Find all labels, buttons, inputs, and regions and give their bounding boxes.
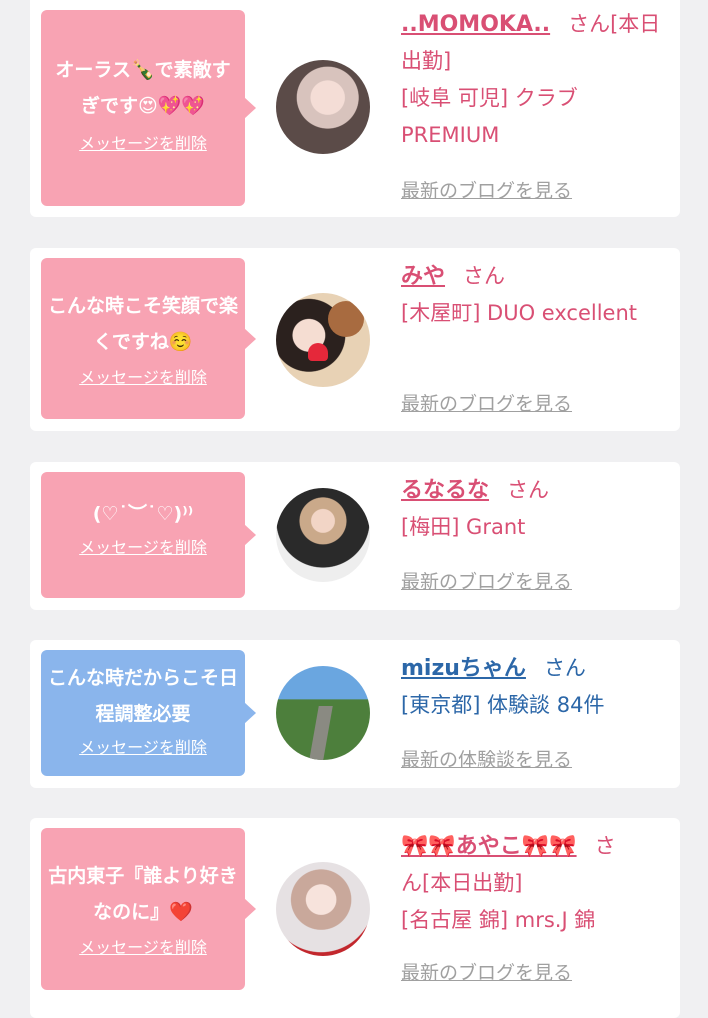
cast-info: mizuちゃん さん [東京都] 体験談 84件 bbox=[401, 650, 671, 724]
delete-message-link[interactable]: メッセージを削除 bbox=[79, 534, 207, 558]
delete-message-link[interactable]: メッセージを削除 bbox=[79, 934, 207, 958]
latest-blog-link[interactable]: 最新のブログを見る bbox=[401, 567, 572, 594]
honorific: さ bbox=[594, 834, 616, 858]
cast-name-link[interactable]: ..MOMOKA.. bbox=[401, 12, 550, 37]
honorific: さん bbox=[543, 656, 586, 680]
honorific: さん bbox=[568, 12, 611, 36]
bear-sticker-icon bbox=[328, 301, 364, 337]
message-text: こんな時だからこそ日程調整必要 bbox=[47, 667, 238, 725]
honorific: さん bbox=[463, 264, 506, 288]
delete-message-link[interactable]: メッセージを削除 bbox=[79, 364, 207, 388]
latest-blog-link[interactable]: 最新のブログを見る bbox=[401, 958, 572, 985]
cast-name-link[interactable]: るなるな bbox=[401, 478, 489, 503]
avatar[interactable] bbox=[276, 293, 370, 387]
shop-label: [東京都] 体験談 84件 bbox=[401, 693, 605, 717]
message-card: (♡˙︶˙♡)⁾⁾ メッセージを削除 るなるな さん [梅田] Grant 最新の… bbox=[30, 462, 680, 610]
heart-sticker-icon bbox=[308, 343, 328, 361]
cast-name-link[interactable]: みや bbox=[401, 264, 445, 289]
cast-info: 🎀🎀あやこ🎀🎀 さ ん[本日出勤] [名古屋 錦] mrs.J 錦 bbox=[401, 828, 671, 939]
avatar[interactable] bbox=[276, 60, 370, 154]
shop-label: [梅田] Grant bbox=[401, 515, 526, 539]
shop-label: [岐阜 可児] クラブPREMIUM bbox=[401, 86, 578, 147]
delete-message-link[interactable]: メッセージを削除 bbox=[79, 130, 207, 154]
cast-info: ..MOMOKA.. さん[本日出勤] [岐阜 可児] クラブPREMIUM bbox=[401, 6, 671, 154]
message-text: (♡˙︶˙♡)⁾⁾ bbox=[92, 503, 194, 525]
latest-review-link[interactable]: 最新の体験談を見る bbox=[401, 745, 572, 772]
honorific: さん bbox=[507, 478, 550, 502]
avatar[interactable] bbox=[276, 862, 370, 956]
avatar[interactable] bbox=[276, 666, 370, 760]
message-card: 古内東子『誰より好きなのに』❤️ メッセージを削除 🎀🎀あやこ🎀🎀 さ ん[本日出… bbox=[30, 818, 680, 1018]
message-text: こんな時こそ笑顔で楽くですね☺️ bbox=[47, 295, 238, 353]
message-card: オーラス🍾で素敵すぎです😍💖💖 メッセージを削除 ..MOMOKA.. さん[本日… bbox=[30, 0, 680, 217]
message-bubble: オーラス🍾で素敵すぎです😍💖💖 メッセージを削除 bbox=[41, 10, 256, 206]
message-text: オーラス🍾で素敵すぎです😍💖💖 bbox=[55, 59, 231, 117]
avatar[interactable] bbox=[276, 488, 370, 582]
message-bubble: こんな時だからこそ日程調整必要 メッセージを削除 bbox=[41, 650, 256, 776]
message-card: こんな時こそ笑顔で楽くですね☺️ メッセージを削除 みや さん [木屋町] DUO… bbox=[30, 248, 680, 431]
message-bubble: 古内東子『誰より好きなのに』❤️ メッセージを削除 bbox=[41, 828, 256, 990]
shop-label: [名古屋 錦] mrs.J 錦 bbox=[401, 908, 596, 932]
message-text: 古内東子『誰より好きなのに』❤️ bbox=[48, 865, 238, 923]
cast-info: るなるな さん [梅田] Grant bbox=[401, 472, 671, 546]
message-card: こんな時だからこそ日程調整必要 メッセージを削除 mizuちゃん さん [東京都]… bbox=[30, 640, 680, 788]
road-icon bbox=[309, 706, 333, 760]
latest-blog-link[interactable]: 最新のブログを見る bbox=[401, 389, 572, 416]
cast-name-link[interactable]: 🎀🎀あやこ🎀🎀 bbox=[401, 834, 577, 859]
message-bubble: (♡˙︶˙♡)⁾⁾ メッセージを削除 bbox=[41, 472, 256, 598]
message-bubble: こんな時こそ笑顔で楽くですね☺️ メッセージを削除 bbox=[41, 258, 256, 419]
cast-name-link[interactable]: mizuちゃん bbox=[401, 656, 526, 681]
delete-message-link[interactable]: メッセージを削除 bbox=[79, 734, 207, 758]
cast-info: みや さん [木屋町] DUO excellent bbox=[401, 258, 671, 332]
attendance-status: ん[本日出勤] bbox=[401, 871, 523, 895]
latest-blog-link[interactable]: 最新のブログを見る bbox=[401, 176, 572, 203]
shop-label: [木屋町] DUO excellent bbox=[401, 301, 638, 325]
